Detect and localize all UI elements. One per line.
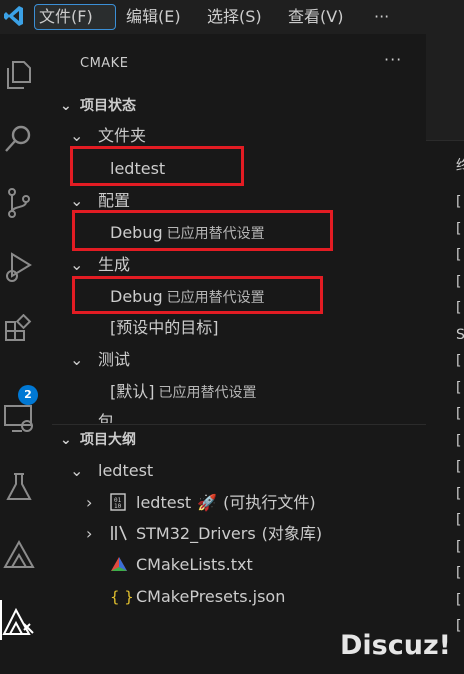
menu-view[interactable]: 查看(V) bbox=[284, 4, 347, 30]
activity-bar: 2 bbox=[0, 34, 52, 673]
library-icon bbox=[110, 519, 136, 549]
outline-item-presets[interactable]: { } CMakePresets.json bbox=[110, 582, 285, 612]
more-actions-icon[interactable]: ··· bbox=[384, 50, 402, 69]
test-label: 测试 bbox=[98, 350, 131, 369]
section-label: 项目状态 bbox=[80, 98, 136, 114]
editor-line: [ bbox=[456, 618, 462, 634]
chevron-down-icon: ⌄ bbox=[60, 432, 72, 448]
build-target: [预设中的目标] bbox=[110, 318, 219, 337]
run-debug-icon[interactable] bbox=[0, 238, 52, 294]
chevron-down-icon: ⌄ bbox=[60, 98, 72, 114]
editor-line: [ bbox=[456, 512, 462, 528]
editor-line: [ bbox=[456, 353, 462, 369]
outline-item-executable[interactable]: › 01 10 ledtest 🚀 (可执行文件) bbox=[86, 488, 316, 518]
cmake-file-icon bbox=[110, 550, 136, 580]
outline-item-name: CMakeLists.txt bbox=[136, 555, 253, 574]
outline-item-cmakelists[interactable]: CMakeLists.txt bbox=[110, 550, 253, 580]
editor-line: [ bbox=[456, 485, 462, 502]
editor-line: [ bbox=[456, 247, 462, 263]
cmake-tools-icon[interactable] bbox=[0, 526, 52, 582]
chevron-down-icon: ⌄ bbox=[70, 461, 84, 480]
extensions-icon[interactable] bbox=[0, 302, 52, 358]
outline-item-name: CMakePresets.json bbox=[136, 587, 286, 606]
title-bar: 文件(F) 编辑(E) 选择(S) 查看(V) ··· bbox=[0, 0, 464, 34]
json-file-icon: { } bbox=[110, 588, 134, 606]
testing-icon[interactable] bbox=[0, 458, 52, 514]
outline-item-desc: (可执行文件) bbox=[223, 493, 316, 512]
cmake-active-icon[interactable] bbox=[0, 594, 52, 650]
editor-line: S bbox=[456, 326, 464, 343]
chevron-right-icon: › bbox=[86, 493, 93, 512]
explorer-icon[interactable] bbox=[0, 46, 52, 102]
test-value: [默认] bbox=[110, 382, 155, 401]
folder-label: 文件夹 bbox=[98, 126, 147, 145]
build-target-item[interactable]: [预设中的目标] bbox=[110, 313, 219, 343]
vscode-logo-icon[interactable] bbox=[4, 5, 24, 27]
test-desc: 已应用替代设置 bbox=[158, 385, 257, 401]
tree-item-test[interactable]: ⌄ 测试 bbox=[70, 345, 130, 375]
configure-label: 配置 bbox=[98, 191, 131, 210]
editor-line: [ bbox=[456, 565, 462, 581]
sidebar-title: CMAKE bbox=[80, 56, 129, 71]
section-project-status[interactable]: ⌄ 项目状态 bbox=[60, 91, 136, 121]
build-label: 生成 bbox=[98, 255, 131, 274]
editor-line: [ bbox=[456, 591, 462, 608]
editor-line: [ bbox=[456, 300, 462, 316]
project-name: ledtest bbox=[98, 461, 154, 480]
editor-text: 终 bbox=[456, 158, 464, 174]
cmake-sidebar: CMAKE ··· ⌄ 项目状态 ⌄ 文件夹 ledtest ⌄ 配置 Debug 已应… bbox=[52, 34, 426, 673]
outline-item-desc: (对象库) bbox=[261, 524, 323, 543]
chevron-down-icon: ⌄ bbox=[70, 350, 84, 369]
editor-line: [ bbox=[456, 194, 462, 210]
menu-edit[interactable]: 编辑(E) bbox=[122, 4, 185, 30]
section-project-outline[interactable]: ⌄ 项目大纲 bbox=[60, 425, 136, 455]
editor-line: [ bbox=[456, 432, 462, 449]
editor-line: [ bbox=[456, 220, 462, 237]
test-value-item[interactable]: [默认] 已应用替代设置 bbox=[110, 377, 257, 407]
tree-item-package[interactable]: ⌄ 包 bbox=[70, 407, 114, 423]
remote-explorer-icon[interactable] bbox=[0, 390, 52, 446]
editor-line: [ bbox=[456, 406, 462, 422]
highlight-box-configure bbox=[72, 210, 333, 251]
editor-line: [ bbox=[456, 273, 462, 290]
outline-item-name: STM32_Drivers bbox=[136, 524, 256, 543]
source-control-icon[interactable] bbox=[0, 174, 52, 230]
svg-text:10: 10 bbox=[114, 503, 122, 510]
menu-selection[interactable]: 选择(S) bbox=[203, 4, 266, 30]
binary-file-icon: 01 10 bbox=[110, 488, 136, 518]
watermark: Discuz! bbox=[340, 630, 451, 661]
editor-line: [ bbox=[456, 538, 462, 555]
menu-more[interactable]: ··· bbox=[370, 4, 393, 30]
highlight-box-build bbox=[72, 276, 323, 314]
menu-file[interactable]: 文件(F) bbox=[34, 4, 116, 30]
chevron-down-icon: ⌄ bbox=[70, 412, 84, 423]
search-icon[interactable] bbox=[0, 110, 52, 166]
editor-line: [ bbox=[456, 459, 462, 475]
outline-item-library[interactable]: › STM32_Drivers (对象库) bbox=[86, 519, 322, 549]
chevron-right-icon: › bbox=[86, 524, 93, 543]
outline-project-item[interactable]: ⌄ ledtest bbox=[70, 456, 153, 486]
rocket-icon: 🚀 bbox=[197, 493, 218, 512]
section-label: 项目大纲 bbox=[80, 432, 136, 448]
outline-item-name: ledtest bbox=[136, 493, 192, 512]
highlight-box-folder bbox=[70, 146, 244, 186]
editor-line: [ bbox=[456, 379, 462, 396]
package-label: 包 bbox=[98, 412, 115, 423]
